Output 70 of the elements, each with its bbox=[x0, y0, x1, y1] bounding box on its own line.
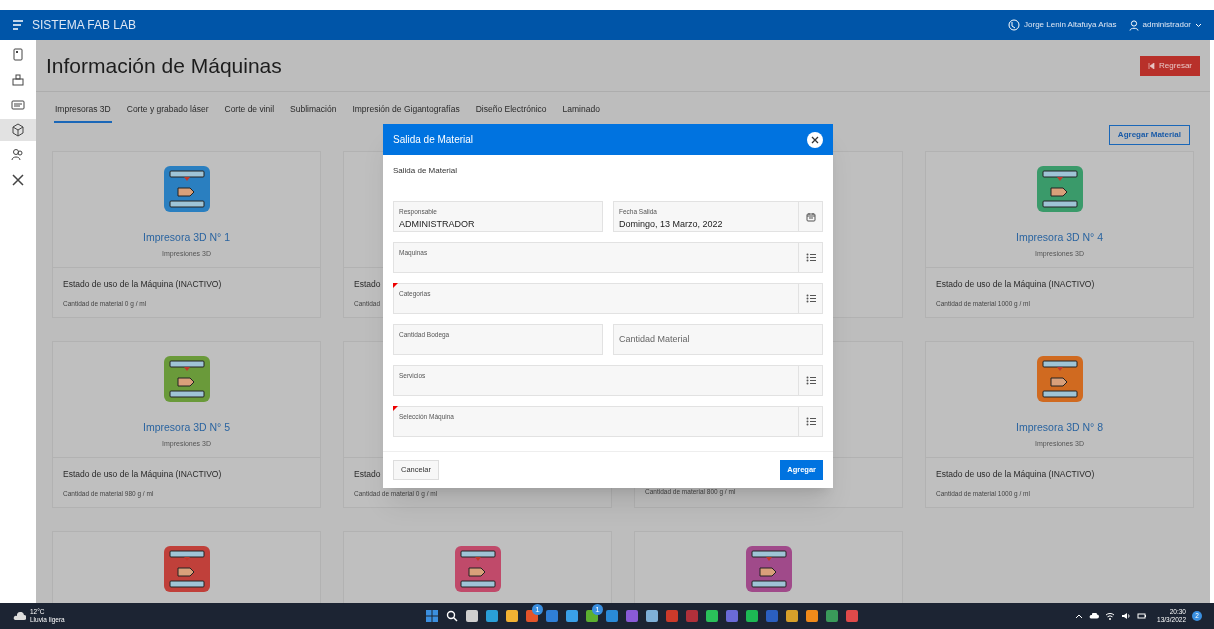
tab[interactable]: Laminado bbox=[561, 103, 601, 123]
machine-status: Estado de uso de la Máquina (INACTIVO) bbox=[936, 278, 1095, 291]
users-icon bbox=[11, 148, 25, 162]
app-icon[interactable] bbox=[465, 610, 478, 622]
app-icon[interactable] bbox=[825, 610, 838, 622]
sidebar-item[interactable] bbox=[0, 119, 36, 141]
app-icon[interactable] bbox=[585, 610, 598, 622]
app-icon[interactable] bbox=[645, 610, 658, 622]
app-icon[interactable] bbox=[745, 610, 758, 622]
battery-icon[interactable] bbox=[1137, 612, 1148, 620]
tab[interactable]: Diseño Electrónico bbox=[474, 103, 548, 123]
chevron-up-icon[interactable] bbox=[1075, 613, 1084, 619]
app-icon[interactable] bbox=[605, 610, 618, 622]
add-material-button[interactable]: Agregar Material bbox=[1108, 125, 1190, 145]
wifi-icon[interactable] bbox=[1105, 612, 1116, 620]
list-icon bbox=[805, 294, 816, 303]
windows-logo-icon[interactable] bbox=[425, 610, 438, 622]
app-icon[interactable] bbox=[525, 610, 538, 622]
form-field[interactable]: Cantidad Material bbox=[613, 324, 823, 355]
app-icon[interactable] bbox=[505, 610, 518, 622]
machine-title[interactable]: Impresora 3D N° 8 bbox=[1015, 420, 1104, 436]
machine-title[interactable]: Impresora 3D N° 5 bbox=[142, 420, 231, 436]
user-menu-button[interactable]: administrador bbox=[1128, 19, 1202, 31]
speaker-icon[interactable] bbox=[1121, 612, 1132, 620]
help-circle-icon bbox=[1008, 19, 1020, 31]
app-icon[interactable] bbox=[705, 610, 718, 622]
page-title: Información de Máquinas bbox=[46, 52, 283, 79]
cloud-icon bbox=[12, 611, 26, 621]
app-badge: 1 bbox=[591, 604, 603, 615]
card-icon bbox=[11, 98, 25, 112]
app-icon[interactable] bbox=[805, 610, 818, 622]
tab[interactable]: Impresoras 3D bbox=[54, 103, 112, 123]
machine-status: Estado de uso de la Máquina (INACTIVO) bbox=[63, 468, 222, 481]
cloud-icon[interactable] bbox=[1089, 613, 1100, 619]
dialog-title: Salida de Material bbox=[393, 133, 475, 147]
field-placeholder: Cantidad Material bbox=[619, 332, 690, 346]
back-icon bbox=[1148, 62, 1156, 69]
field-value: Domingo, 13 Marzo, 2022 bbox=[619, 217, 724, 231]
search-icon[interactable] bbox=[445, 610, 458, 622]
app-badge: 1 bbox=[531, 604, 543, 615]
close-button[interactable] bbox=[807, 131, 823, 148]
list-icon bbox=[805, 376, 816, 385]
building-icon bbox=[11, 73, 25, 87]
back-button[interactable]: Regresar bbox=[1140, 55, 1200, 76]
tab[interactable]: Corte y grabado láser bbox=[125, 103, 210, 123]
machine-status: Estado de uso de la Máquina (INACTIVO) bbox=[936, 468, 1095, 481]
app-icon[interactable] bbox=[785, 610, 798, 622]
tab[interactable]: Impresión de Gigantografías bbox=[351, 103, 461, 123]
calendar-icon bbox=[805, 211, 816, 222]
close-icon bbox=[811, 135, 819, 144]
app-icon[interactable] bbox=[565, 610, 578, 622]
app-icon[interactable] bbox=[485, 610, 498, 622]
tab[interactable]: Corte de vinil bbox=[223, 103, 276, 123]
list-icon bbox=[805, 253, 816, 262]
cube-icon bbox=[11, 123, 25, 137]
user-icon bbox=[1128, 19, 1139, 31]
field-value: ADMINISTRADOR bbox=[399, 217, 476, 231]
app-title: SISTEMA FAB LAB bbox=[32, 17, 137, 34]
caret-icon bbox=[1195, 22, 1202, 28]
machine-title[interactable]: Impresora 3D N° 1 bbox=[142, 230, 231, 246]
machine-status: Estado bbox=[354, 468, 381, 481]
machine-status: Estado de uso de la Máquina (INACTIVO) bbox=[63, 278, 222, 291]
dialog-subtitle: Salida de Material bbox=[393, 165, 459, 177]
tab[interactable]: Sublimación bbox=[289, 103, 338, 123]
menu-icon[interactable] bbox=[12, 20, 24, 30]
user-full-name: Jorge Lenin Altafuya Arias bbox=[1024, 19, 1117, 31]
machine-status: Estado bbox=[354, 278, 381, 291]
machine-title[interactable]: Impresora 3D N° 4 bbox=[1015, 230, 1104, 246]
book-icon bbox=[11, 48, 25, 62]
list-icon bbox=[805, 417, 816, 426]
